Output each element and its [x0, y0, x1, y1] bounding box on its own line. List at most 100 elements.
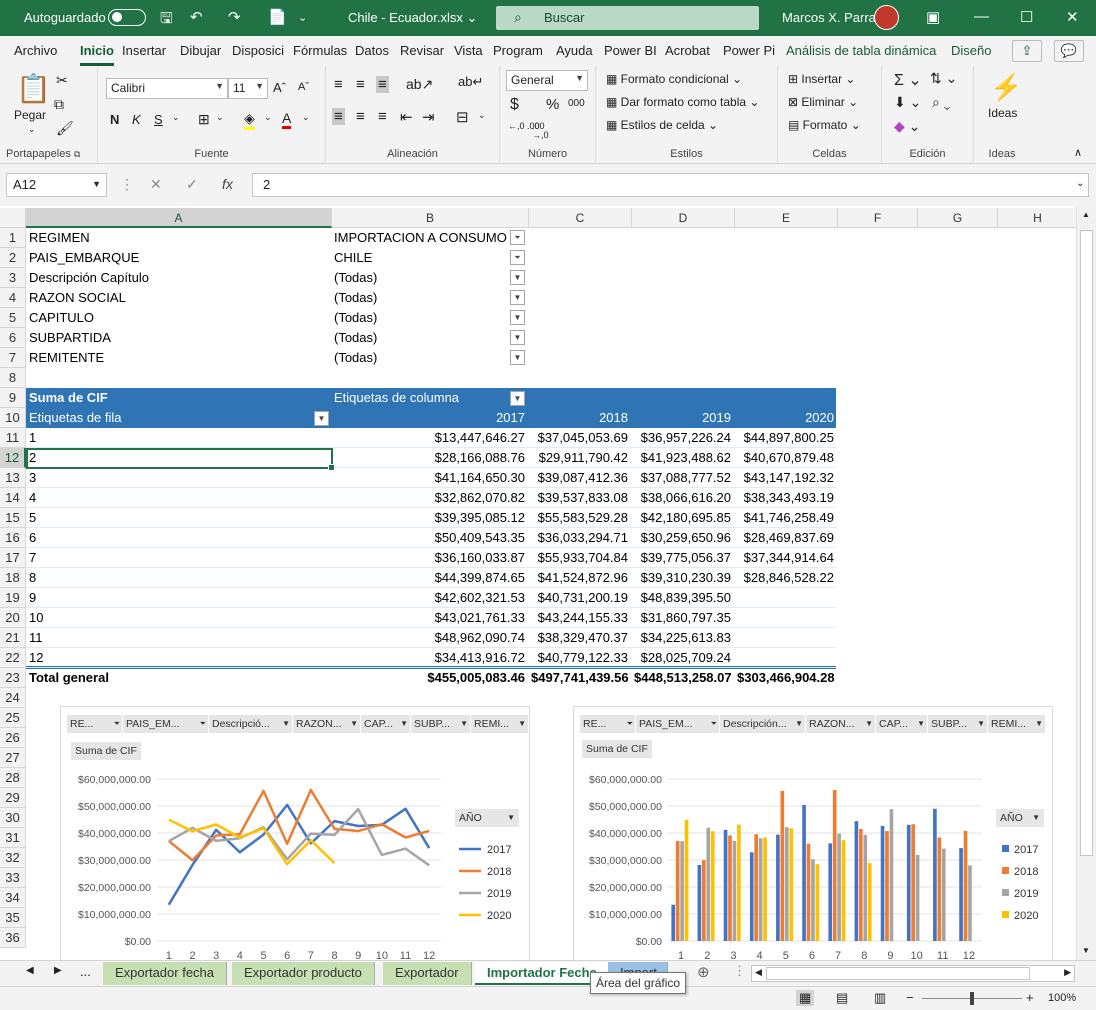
font-name-select[interactable]: Calibri ▼ — [106, 78, 228, 99]
tab-vista[interactable]: Vista — [454, 43, 483, 58]
worksheet-grid[interactable]: ABCDEFGH 1 2 3 4 5 6 7 8 9 10 11 12 13 14 15 16 17 18 19 20… — [0, 206, 1096, 960]
page-layout-icon[interactable]: ▤ — [836, 990, 848, 1006]
align-bottom-icon[interactable]: ≡ — [376, 76, 389, 93]
select-all-corner[interactable] — [0, 208, 26, 228]
merge-center-icon[interactable]: ⊟ — [456, 108, 469, 126]
total-label[interactable]: Total general — [26, 668, 112, 688]
line-chart[interactable]: RE... ⏷ PAIS_EM... ⏷ Descripció... ▼ RAZON... ▼… — [60, 706, 530, 960]
percent-button[interactable]: % — [546, 96, 559, 113]
pivot-value-cell[interactable] — [734, 588, 837, 608]
filter-active-icon[interactable]: ⏷ — [510, 230, 525, 245]
row-header[interactable]: 9 — [0, 388, 26, 408]
cancel-entry-icon[interactable]: ✕ — [150, 176, 162, 193]
wrap-text-icon[interactable]: ab↵ — [458, 74, 483, 90]
row-header[interactable]: 21 — [0, 628, 26, 648]
avatar[interactable] — [874, 5, 899, 30]
total-value[interactable]: $497,741,439.56 — [528, 668, 631, 688]
cell-styles-button[interactable]: ▦ Estilos de celda ⌄ — [606, 118, 718, 132]
pivot-value-cell[interactable]: $37,344,914.64 — [734, 548, 837, 568]
customize-qat-icon[interactable]: ⌄ — [298, 11, 307, 24]
insert-function-icon[interactable]: fx — [222, 176, 233, 192]
maximize-icon[interactable]: ☐ — [1020, 8, 1033, 26]
pivot-value-cell[interactable]: $41,746,258.49 — [734, 508, 837, 528]
pivot-value-cell[interactable]: $31,860,797.35 — [631, 608, 734, 628]
pivot-value-cell[interactable]: $28,025,709.24 — [631, 648, 734, 668]
align-middle-icon[interactable]: ≡ — [356, 76, 365, 93]
row-header[interactable]: 15 — [0, 508, 26, 528]
filter-field-value[interactable]: (Todas) — [331, 268, 380, 288]
h-scroll-thumb[interactable] — [766, 967, 1030, 980]
column-header[interactable]: H — [998, 208, 1078, 228]
row-header[interactable]: 2 — [0, 248, 26, 268]
tab-acrobat[interactable]: Acrobat — [665, 43, 710, 58]
save-icon[interactable]: 🖫 — [160, 8, 173, 33]
align-center-icon[interactable]: ≡ — [356, 108, 365, 125]
pivot-value-cell[interactable]: $44,399,874.65 — [331, 568, 528, 588]
tab-ayuda[interactable]: Ayuda — [556, 43, 593, 58]
pivot-value-cell[interactable]: $40,670,879.48 — [734, 448, 837, 468]
pivot-value-cell[interactable]: $41,524,872.96 — [528, 568, 631, 588]
pivot-value-cell[interactable]: $55,583,529.28 — [528, 508, 631, 528]
filter-active-icon[interactable]: ⏷ — [510, 250, 525, 265]
close-icon[interactable]: ✕ — [1066, 8, 1079, 26]
pivot-value-cell[interactable]: $39,775,056.37 — [631, 548, 734, 568]
tab-design[interactable]: Diseño — [951, 43, 991, 58]
row-header[interactable]: 10 — [0, 408, 26, 428]
format-painter-icon[interactable]: 🖌 — [56, 120, 74, 137]
year-header[interactable]: 2017 — [331, 408, 528, 428]
pivot-value-cell[interactable]: $40,731,200.19 — [528, 588, 631, 608]
legend-year-button[interactable]: AÑO ▼ — [996, 809, 1044, 827]
filter-dropdown-icon[interactable]: ▼ — [510, 270, 525, 285]
cut-icon[interactable]: ✂ — [56, 72, 68, 89]
filter-field-value[interactable]: CHILE — [331, 248, 375, 268]
row-header[interactable]: 28 — [0, 768, 26, 788]
row-header[interactable]: 27 — [0, 748, 26, 768]
name-box-dropdown-icon[interactable]: ▼ — [92, 179, 101, 189]
pivot-value-cell[interactable]: $39,395,085.12 — [331, 508, 528, 528]
pivot-value-cell[interactable]: $43,244,155.33 — [528, 608, 631, 628]
column-header[interactable]: B — [332, 208, 529, 228]
total-value[interactable]: $448,513,258.07 — [631, 668, 734, 688]
pivot-value-cell[interactable] — [734, 628, 837, 648]
align-right-icon[interactable]: ≡ — [378, 108, 387, 125]
pivot-row-label[interactable]: Etiquetas de fila — [26, 408, 125, 428]
total-value[interactable]: $455,005,083.46 — [331, 668, 528, 688]
confirm-entry-icon[interactable]: ✓ — [186, 176, 198, 193]
pivot-value-cell[interactable]: $39,310,230.39 — [631, 568, 734, 588]
pivot-value-cell[interactable]: $41,923,488.62 — [631, 448, 734, 468]
fill-icon[interactable]: ⬇ ⌄ — [894, 94, 921, 111]
filter-dropdown-icon[interactable]: ▼ — [510, 290, 525, 305]
year-header[interactable]: 2019 — [631, 408, 734, 428]
minimize-icon[interactable]: — — [974, 8, 989, 25]
borders-dropdown-icon[interactable]: ⌄ — [216, 112, 224, 123]
column-header[interactable]: G — [918, 208, 998, 228]
scroll-up-icon[interactable]: ▲ — [1082, 210, 1090, 219]
pivot-row-key[interactable]: 3 — [26, 468, 39, 488]
filter-dropdown-icon[interactable]: ▼ — [510, 310, 525, 325]
share-icon[interactable]: ⇪ — [1012, 40, 1042, 62]
next-sheet-icon[interactable]: ▶ — [54, 965, 62, 976]
row-header[interactable]: 31 — [0, 828, 26, 848]
row-header[interactable]: 25 — [0, 708, 26, 728]
row-header[interactable]: 16 — [0, 528, 26, 548]
filter-field-label[interactable]: Descripción Capítulo — [26, 268, 152, 288]
filter-field-value[interactable]: (Todas) — [331, 328, 380, 348]
row-header[interactable]: 29 — [0, 788, 26, 808]
sheet-tab[interactable]: Exportador producto — [232, 962, 375, 985]
number-format-select[interactable]: General ▼ — [506, 70, 588, 91]
row-header[interactable]: 5 — [0, 308, 26, 328]
pivot-row-key[interactable]: 8 — [26, 568, 39, 588]
filter-field-label[interactable]: REMITENTE — [26, 348, 107, 368]
pivot-value-cell[interactable]: $38,066,616.20 — [631, 488, 734, 508]
row-header[interactable]: 36 — [0, 928, 26, 948]
pivot-row-key[interactable]: 1 — [26, 428, 39, 448]
paste-button[interactable]: Pegar — [14, 108, 46, 122]
insert-cells-button[interactable]: ⊞ Insertar ⌄ — [788, 72, 855, 86]
row-header[interactable]: 32 — [0, 848, 26, 868]
pivot-row-key[interactable]: 7 — [26, 548, 39, 568]
clear-icon[interactable]: ◆ ⌄ — [894, 118, 920, 135]
autosave-toggle[interactable] — [108, 9, 146, 26]
align-left-icon[interactable]: ≡ — [332, 108, 345, 125]
pivot-value-cell[interactable]: $28,846,528.22 — [734, 568, 837, 588]
pivot-value-cell[interactable]: $39,087,412.36 — [528, 468, 631, 488]
